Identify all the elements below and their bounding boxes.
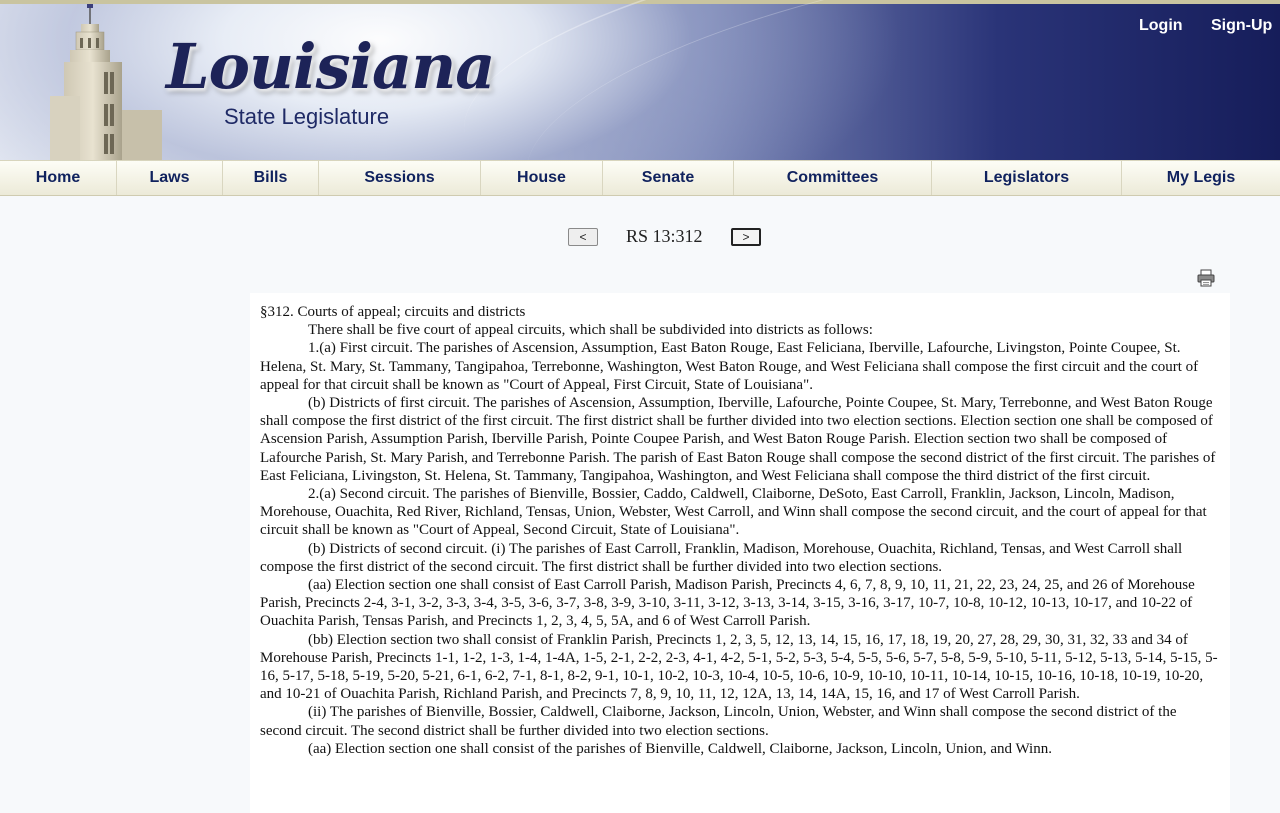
logo-title: Louisiana xyxy=(166,30,495,103)
statute-paragraph: (bb) Election section two shall consist … xyxy=(260,631,1218,703)
nav-item-home[interactable]: Home xyxy=(0,161,117,195)
nav-item-senate[interactable]: Senate xyxy=(603,161,734,195)
statute-paragraph: There shall be five court of appeal circ… xyxy=(308,322,873,339)
nav-item-sessions[interactable]: Sessions xyxy=(319,161,481,195)
statute-heading: §312. Courts of appeal; circuits and dis… xyxy=(260,304,526,320)
capitol-building-icon xyxy=(50,4,162,160)
previous-statute-button[interactable]: < xyxy=(568,228,598,246)
main-nav: Home Laws Bills Sessions House Senate Co… xyxy=(0,160,1280,196)
next-statute-button[interactable]: > xyxy=(731,228,761,246)
nav-item-house[interactable]: House xyxy=(481,161,603,195)
statute-paragraph: (aa) Election section one shall consist … xyxy=(260,577,1195,630)
nav-item-my-legis[interactable]: My Legis xyxy=(1122,161,1280,195)
login-link[interactable]: Login xyxy=(1139,17,1183,35)
statute-title: RS 13:312 xyxy=(626,226,703,246)
nav-item-laws[interactable]: Laws xyxy=(117,161,223,195)
nav-item-legislators[interactable]: Legislators xyxy=(932,161,1122,195)
statute-paragraph: (b) Districts of second circuit. (i) The… xyxy=(260,540,1183,575)
header-banner: Louisiana State Legislature Login Sign-U… xyxy=(0,0,1280,160)
statute-pager: < RS 13:312 > xyxy=(0,226,1280,250)
statute-paragraph: 2.(a) Second circuit. The parishes of Bi… xyxy=(260,486,1207,539)
statute-text: §312. Courts of appeal; circuits and dis… xyxy=(250,293,1230,813)
logo-subtitle: State Legislature xyxy=(224,104,390,129)
nav-item-committees[interactable]: Committees xyxy=(734,161,932,195)
statute-paragraph: (aa) Election section one shall consist … xyxy=(308,740,1052,757)
statute-paragraph: (ii) The parishes of Bienville, Bossier,… xyxy=(260,704,1177,739)
statute-paragraph: (b) Districts of first circuit. The pari… xyxy=(260,395,1216,484)
printer-icon[interactable] xyxy=(1197,269,1215,287)
nav-item-bills[interactable]: Bills xyxy=(223,161,319,195)
signup-link[interactable]: Sign-Up xyxy=(1211,17,1272,35)
statute-paragraph: 1.(a) First circuit. The parishes of Asc… xyxy=(260,340,1199,393)
